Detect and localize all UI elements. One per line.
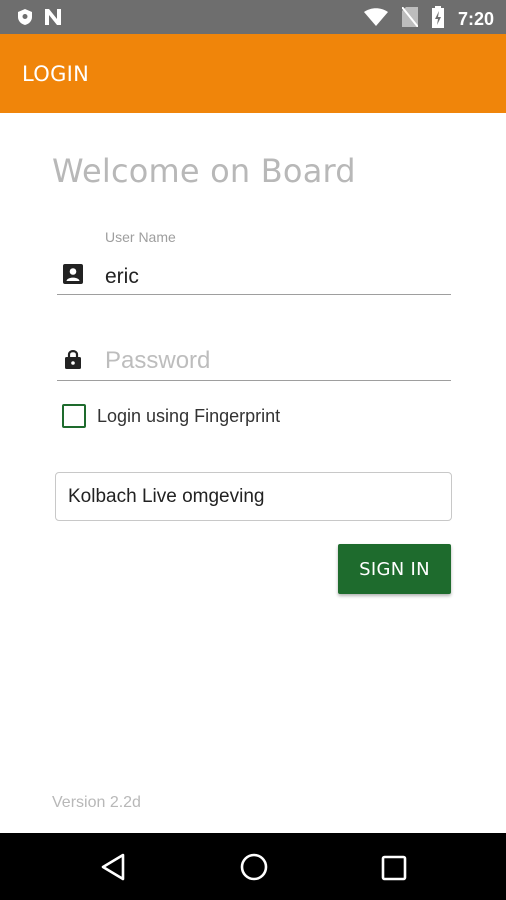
home-icon[interactable]: [239, 852, 269, 887]
no-sim-icon: [401, 6, 419, 32]
password-field[interactable]: [105, 345, 450, 377]
app-bar: LOGIN: [0, 34, 506, 113]
environment-field[interactable]: Kolbach Live omgeving: [55, 472, 452, 521]
shield-icon: [18, 9, 32, 30]
wifi-icon: [363, 8, 388, 31]
lock-icon: [65, 349, 81, 374]
environment-value: Kolbach Live omgeving: [68, 486, 265, 507]
username-field[interactable]: [105, 262, 450, 292]
status-clock: 7:20: [457, 9, 494, 29]
username-underline: [57, 294, 451, 295]
fingerprint-checkbox[interactable]: [62, 404, 86, 428]
page-title: LOGIN: [22, 62, 90, 86]
welcome-heading: Welcome on Board: [52, 152, 356, 190]
status-bar: 7:20: [0, 0, 506, 34]
fingerprint-label[interactable]: Login using Fingerprint: [97, 406, 280, 427]
sign-in-button[interactable]: SIGN IN: [338, 544, 451, 594]
back-icon[interactable]: [100, 853, 126, 886]
version-text: Version 2.2d: [52, 794, 141, 811]
recents-icon[interactable]: [381, 855, 407, 886]
account-box-icon: [63, 264, 83, 289]
battery-charging-icon: [431, 6, 444, 33]
n-notification-icon: [44, 8, 62, 31]
password-underline: [57, 380, 451, 381]
username-label: User Name: [105, 229, 176, 245]
